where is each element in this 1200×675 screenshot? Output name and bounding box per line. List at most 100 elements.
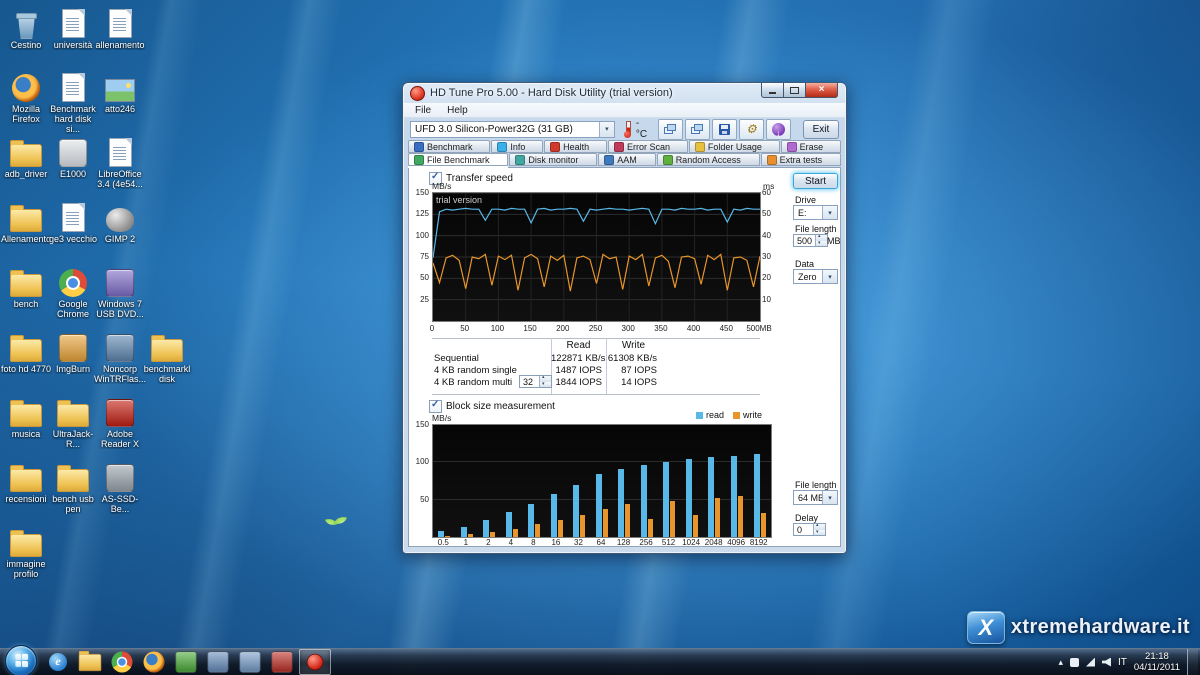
thread-count-spinner[interactable]: 32 [519, 375, 552, 388]
spin-down-icon[interactable] [540, 382, 551, 388]
desktop-icon-label: recensioni [0, 494, 52, 504]
options-button[interactable] [739, 119, 764, 140]
taskbar-icon-green-app[interactable] [171, 650, 201, 674]
chart1-x-tick: 100 [484, 324, 510, 333]
menu-help[interactable]: Help [440, 105, 475, 116]
show-desktop-button[interactable] [1187, 649, 1198, 675]
desktop-icon-atto246[interactable]: atto246 [97, 72, 143, 134]
desktop-icon-adobe-reader-x[interactable]: Adobe Reader X [97, 397, 143, 459]
show-hidden-icons-button[interactable] [1058, 657, 1063, 668]
device-select-value: UFD 3.0 Silicon-Power32G (31 GB) [415, 124, 599, 135]
desktop-icon-noncorp-wintrflas[interactable]: Noncorp WinTRFlas... [97, 332, 143, 394]
desktop-icon-ultrajack-r[interactable]: UltraJack-R... [50, 397, 96, 459]
tab-health[interactable]: Health [544, 140, 607, 153]
maximize-button[interactable] [783, 83, 805, 98]
desktop-icon-adb-driver[interactable]: adb_driver [3, 137, 49, 199]
language-indicator[interactable]: IT [1118, 657, 1127, 668]
tab-aam[interactable]: AAM [598, 153, 655, 166]
desktop-icon-allenamento[interactable]: Allenamento [3, 202, 49, 264]
desktop-icon-recensioni[interactable]: recensioni [3, 462, 49, 524]
tab-folder-usage[interactable]: Folder Usage [689, 140, 780, 153]
volume-icon[interactable] [1102, 658, 1111, 667]
desktop-icon-benchmark-hard-disk-si[interactable]: Benchmark hard disk si... [50, 72, 96, 134]
desktop-icon-libreoffice-3-4-4e54[interactable]: LibreOffice 3.4 (4e54... [97, 137, 143, 199]
desktop-icon-label: E1000 [47, 169, 99, 179]
taskbar-icon-mozilla-firefox[interactable] [139, 650, 169, 674]
taskbar-icon-windows-explorer[interactable] [75, 650, 105, 674]
file-length-2-select[interactable]: 64 MB [793, 490, 838, 505]
folder-icon [10, 332, 42, 362]
chevron-down-icon[interactable] [599, 122, 614, 137]
taskbar-icon-window-app-2[interactable] [235, 650, 265, 674]
device-select[interactable]: UFD 3.0 Silicon-Power32G (31 GB) [410, 121, 615, 138]
transfer-speed-label: Transfer speed [446, 173, 513, 184]
tab-error-scan[interactable]: Error Scan [608, 140, 688, 153]
desktop-icon-bench-usb-pen[interactable]: bench usb pen [50, 462, 96, 524]
clock[interactable]: 21:18 04/11/2011 [1134, 651, 1180, 673]
action-center-icon[interactable] [1070, 658, 1079, 667]
app-icon [106, 397, 134, 427]
result-write-value: 61308 KB/s [606, 353, 661, 364]
maximize-icon [790, 87, 799, 94]
menu-file[interactable]: File [408, 105, 438, 116]
block-size-checkbox[interactable]: Block size measurement [429, 400, 555, 413]
desktop-icon-mozilla-firefox[interactable]: Mozilla Firefox [3, 72, 49, 134]
taskbar-icon-internet-explorer[interactable] [43, 650, 73, 674]
taskbar-icon-google-chrome[interactable] [107, 650, 137, 674]
chevron-down-icon[interactable] [822, 491, 837, 504]
minimize-button[interactable] [761, 83, 783, 98]
spin-down-icon[interactable] [814, 530, 825, 536]
close-button[interactable] [805, 83, 838, 98]
bar-read [686, 459, 692, 537]
update-button[interactable] [766, 119, 791, 140]
taskbar-icon-red-app[interactable] [267, 650, 297, 674]
copy-screenshot-button[interactable] [658, 119, 683, 140]
start-menu-button[interactable] [5, 645, 37, 675]
tab-erase[interactable]: Erase [781, 140, 841, 153]
desktop: Cestinouniversitàallenamento Mozilla Fire… [0, 0, 1200, 675]
desktop-icon-gimp-2[interactable]: GIMP 2 [97, 202, 143, 264]
tab-info[interactable]: Info [491, 140, 543, 153]
desktop-icon-foto-hd-4770[interactable]: foto hd 4770 [3, 332, 49, 394]
tab-benchmark[interactable]: Benchmark [408, 140, 490, 153]
data-pattern-select[interactable]: Zero [793, 269, 838, 284]
desktop-icon-bench[interactable]: bench [3, 267, 49, 329]
chevron-down-icon[interactable] [822, 270, 837, 283]
desktop-icon-google-chrome[interactable]: Google Chrome [50, 267, 96, 329]
tab-disk-monitor[interactable]: Disk monitor [509, 153, 597, 166]
taskbar-icon-hd-tune[interactable] [299, 649, 331, 675]
desktop-icon-ge3-vecchio[interactable]: ge3 vecchio [50, 202, 96, 264]
desktop-icon-e1000[interactable]: E1000 [50, 137, 96, 199]
desktop-icon-cestino[interactable]: Cestino [3, 8, 49, 70]
desktop-icon-windows-7-usb-dvd[interactable]: Windows 7 USB DVD... [97, 267, 143, 329]
desktop-icon-universit[interactable]: università [50, 8, 96, 70]
desktop-icon-allenamento[interactable]: allenamento [97, 8, 143, 70]
bar-read [708, 457, 714, 537]
tab-random-access[interactable]: Random Access [657, 153, 760, 166]
copy-results-button[interactable] [685, 119, 710, 140]
app-icon [106, 462, 134, 492]
windows-logo-icon [15, 654, 28, 668]
chart2-x-category: 2048 [703, 538, 725, 547]
toolbar: UFD 3.0 Silicon-Power32G (31 GB) - °C Ex… [404, 117, 845, 141]
desktop-icon-benchmarkl-disk[interactable]: benchmarkl disk [144, 332, 190, 394]
read-color-swatch [696, 412, 703, 419]
xtremehardware-logo-icon: X [967, 611, 1005, 644]
start-button[interactable]: Start [793, 173, 838, 189]
file-length-spinner[interactable]: 500 [793, 234, 828, 247]
save-button[interactable] [712, 119, 737, 140]
exit-button[interactable]: Exit [803, 120, 839, 139]
taskbar-icon-window-app-1[interactable] [203, 650, 233, 674]
desktop-icon-musica[interactable]: musica [3, 397, 49, 459]
spin-down-icon[interactable] [816, 241, 827, 247]
chevron-down-icon[interactable] [822, 206, 837, 219]
delay-spinner[interactable]: 0 [793, 523, 826, 536]
desktop-icon-as-ssd-be[interactable]: AS-SSD-Be... [97, 462, 143, 524]
desktop-icon-imgburn[interactable]: ImgBurn [50, 332, 96, 394]
network-icon[interactable] [1086, 658, 1095, 667]
drive-select[interactable]: E: [793, 205, 838, 220]
disk-monitor-icon [515, 155, 525, 165]
tab-extra-tests[interactable]: Extra tests [761, 153, 841, 166]
tab-file-benchmark[interactable]: File Benchmark [408, 153, 508, 166]
desktop-icon-immagine-profilo[interactable]: immagine profilo [3, 527, 49, 589]
